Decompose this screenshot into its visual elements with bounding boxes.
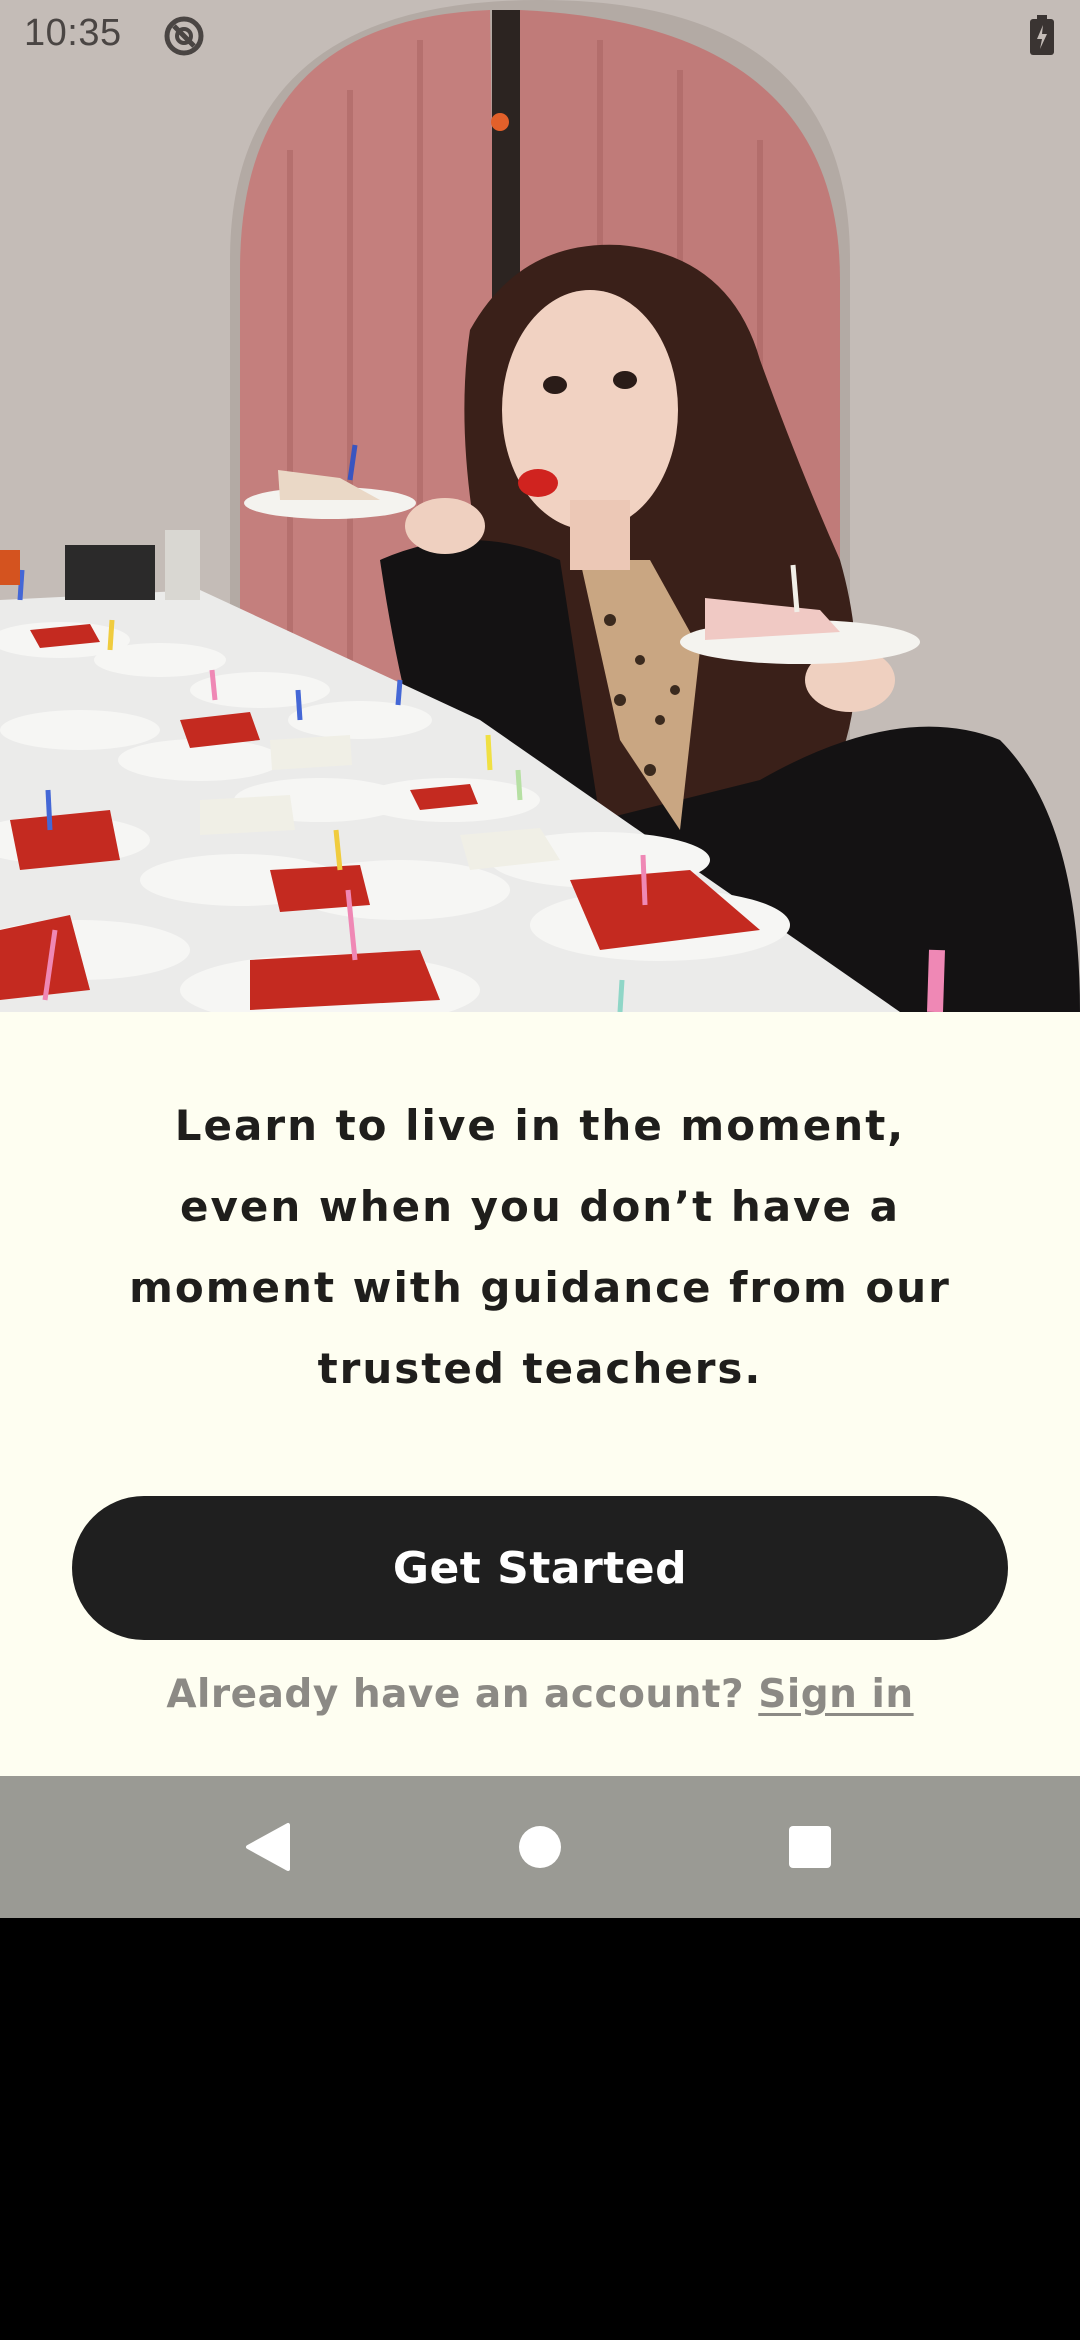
signin-link[interactable]: Sign in	[758, 1672, 913, 1717]
get-started-button[interactable]: Get Started	[72, 1496, 1008, 1640]
account-prompt-text: Already have an account?	[166, 1672, 745, 1717]
status-time: 10:35	[24, 12, 122, 54]
status-bar: 10:35	[0, 0, 1080, 72]
onboarding-headline: Learn to live in the moment, even when y…	[129, 1101, 951, 1393]
hero-photo	[0, 0, 1080, 1012]
welcome-screen: 10:35 Learn to live in the moment, even …	[0, 0, 1080, 1918]
hero-illustration	[0, 0, 1080, 1012]
battery-icon	[1030, 15, 1054, 55]
do-not-disturb-icon	[162, 14, 206, 58]
system-nav-bar	[0, 1776, 1080, 1918]
back-triangle-icon[interactable]	[228, 1807, 308, 1887]
home-circle-icon[interactable]	[500, 1807, 580, 1887]
signin-row: Already have an account? Sign in	[0, 1672, 1080, 1717]
recents-square-icon[interactable]	[770, 1807, 850, 1887]
get-started-label: Get Started	[392, 1542, 688, 1594]
